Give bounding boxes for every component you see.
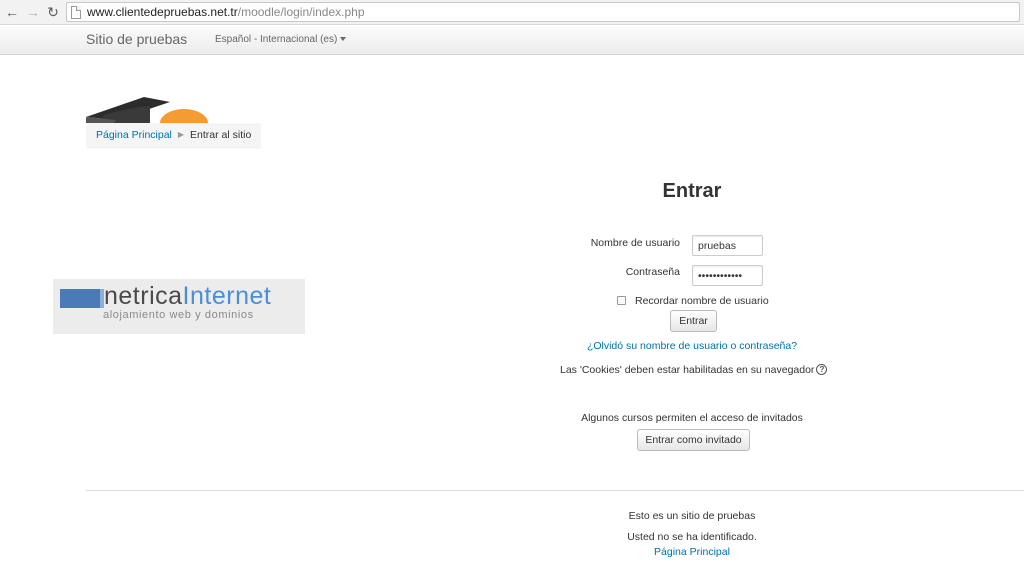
footer-site-notice: Esto es un sitio de pruebas — [628, 510, 756, 522]
reload-icon[interactable]: ↻ — [45, 4, 61, 20]
url-text[interactable]: www.clientedepruebas.net.tr/moodle/login… — [87, 5, 365, 20]
password-label: Contraseña — [625, 266, 680, 278]
url-path: /moodle/login/index.php — [237, 5, 365, 19]
cookies-notice: Las 'Cookies' deben estar habilitadas en… — [560, 363, 828, 376]
language-menu[interactable]: Español - Internacional (es) — [215, 34, 347, 45]
url-host: www.clientedepruebas.net.tr — [87, 5, 238, 19]
arrow-right-icon[interactable]: → — [25, 4, 41, 20]
footer-home-row: Página Principal — [560, 546, 824, 558]
browser-toolbar: ← → ↻ www.clientedepruebas.net.tr/moodle… — [0, 0, 1024, 25]
username-label: Nombre de usuario — [590, 237, 680, 249]
breadcrumb-current: Entrar al sitio — [190, 129, 252, 141]
footer-divider — [86, 490, 1024, 491]
language-label: Español - Internacional (es) — [215, 34, 338, 45]
address-bar[interactable]: www.clientedepruebas.net.tr/moodle/login… — [66, 2, 1020, 22]
breadcrumb: Página Principal ▶ Entrar al sitio — [86, 123, 261, 149]
arrow-left-icon[interactable]: ← — [4, 4, 20, 20]
remember-username-checkbox[interactable] — [617, 295, 626, 305]
banner-tagline: alojamiento web y dominios — [103, 309, 254, 321]
help-icon[interactable]: ? — [816, 363, 828, 375]
remember-username-label[interactable]: Recordar nombre de usuario — [635, 295, 769, 307]
login-title: Entrar — [662, 180, 722, 202]
guest-access-notice: Algunos cursos permiten el acceso de inv… — [581, 412, 803, 424]
username-input[interactable] — [692, 235, 763, 256]
login-button[interactable]: Entrar — [670, 310, 717, 332]
site-name-link[interactable]: Sitio de pruebas — [86, 31, 187, 47]
page-icon — [71, 6, 81, 19]
netrica-banner[interactable]: netricaInternet alojamiento web y domini… — [53, 279, 305, 334]
forgot-password-link[interactable]: ¿Olvidó su nombre de usuario o contraseñ… — [560, 340, 824, 352]
graduation-cap-logo-icon — [86, 97, 208, 123]
banner-bar-icon — [60, 289, 100, 308]
remember-username-row: Recordar nombre de usuario — [617, 295, 769, 307]
site-logo[interactable] — [86, 90, 210, 123]
guest-login-button[interactable]: Entrar como invitado — [637, 429, 750, 451]
cookies-notice-text: Las 'Cookies' deben estar habilitadas en… — [560, 364, 815, 376]
banner-word1: netrica — [104, 282, 183, 310]
banner-brand: netricaInternet — [104, 282, 271, 311]
banner-word2: Internet — [182, 282, 272, 310]
breadcrumb-home-link[interactable]: Página Principal — [96, 129, 172, 141]
breadcrumb-separator-icon: ▶ — [177, 130, 185, 139]
footer-home-link[interactable]: Página Principal — [654, 546, 730, 558]
footer-login-info: Usted no se ha identificado. — [627, 531, 757, 543]
password-input[interactable] — [692, 265, 763, 286]
site-navbar: Sitio de pruebas Español - Internacional… — [0, 26, 1024, 55]
caret-down-icon — [340, 37, 347, 42]
